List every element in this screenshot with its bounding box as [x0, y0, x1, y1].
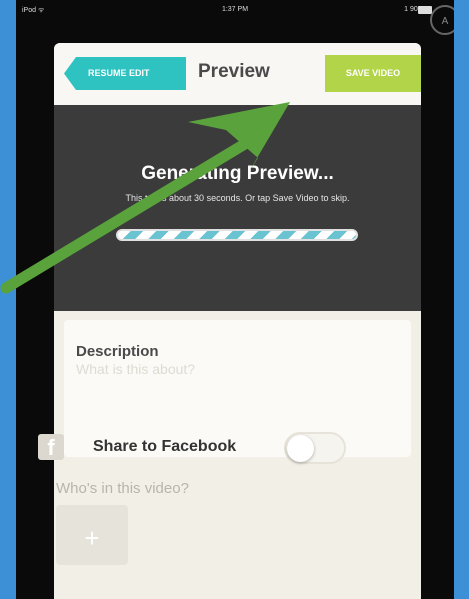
save-video-button[interactable]: SAVE VIDEO — [325, 55, 421, 92]
progress-bar — [116, 229, 358, 241]
navigation-bar: RESUME EDIT Preview SAVE VIDEO — [54, 43, 421, 105]
resume-edit-button[interactable]: RESUME EDIT — [64, 57, 186, 90]
video-preview-area: Generating Preview... This takes about 3… — [54, 105, 421, 311]
generating-subtitle: This takes about 30 seconds. Or tap Save… — [125, 193, 350, 203]
generating-title: Generating Preview... — [141, 163, 334, 184]
status-time: 1:37 PM — [221, 6, 249, 13]
share-facebook-toggle[interactable] — [284, 432, 346, 464]
description-input[interactable] — [76, 361, 396, 377]
page-title: Preview — [198, 61, 270, 82]
facebook-icon: f — [38, 434, 64, 460]
add-person-button[interactable]: + — [56, 505, 128, 565]
status-bar: iPod ᯤ 1:37 PM 1 90% — [16, 0, 454, 18]
share-facebook-label: Share to Facebook — [93, 438, 237, 455]
device-screen: iPod ᯤ 1:37 PM 1 90% A RESUME EDIT Previ… — [16, 0, 454, 599]
progress-bar-fill — [118, 231, 356, 239]
toggle-knob[interactable] — [287, 435, 314, 462]
people-label: Who's in this video? — [56, 480, 189, 497]
description-label: Description — [76, 343, 159, 360]
accessibility-button[interactable]: A — [430, 5, 454, 35]
share-facebook-row: f Share to Facebook — [38, 430, 378, 466]
battery-icon — [418, 6, 432, 14]
